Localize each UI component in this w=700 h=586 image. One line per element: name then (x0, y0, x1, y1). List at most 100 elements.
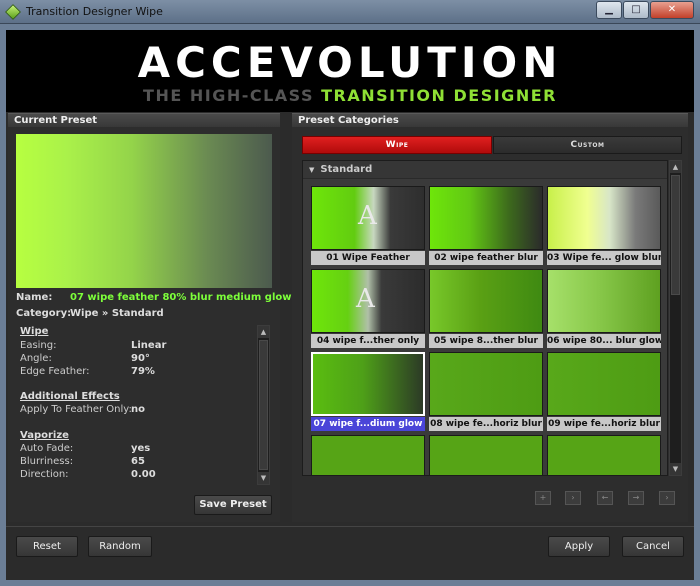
param-label: Direction: (20, 469, 69, 480)
param-value: 79% (131, 366, 155, 377)
preset-tile[interactable]: 02 wipe feather blur (429, 186, 543, 266)
scroll-up-icon[interactable]: ▲ (670, 161, 681, 173)
param-label: Easing: (20, 340, 57, 351)
preset-thumbnail (311, 352, 425, 416)
preset-glyph: A (358, 201, 377, 231)
preset-thumbnail (429, 352, 543, 416)
new-folder-icon[interactable]: › (565, 491, 581, 505)
preset-caption: 04 wipe f...ther only (311, 334, 425, 348)
param-value: Linear (131, 340, 167, 351)
tagline-accent: TRANSITION DESIGNER (321, 86, 557, 105)
export-icon[interactable]: → (628, 491, 644, 505)
param-row: Direction: 0.00 (20, 469, 250, 481)
section-title-wipe: Wipe (20, 326, 49, 337)
scroll-down-icon[interactable]: ▼ (258, 472, 269, 484)
minimize-button[interactable]: ▁ (596, 1, 622, 19)
preset-tile[interactable] (429, 435, 543, 475)
tab-wipe[interactable]: Wipe (302, 136, 492, 154)
param-row: Easing: Linear (20, 340, 250, 352)
grid-scroll-thumb[interactable] (671, 175, 680, 295)
current-preset-header: Current Preset (8, 113, 280, 127)
preset-thumbnail: A (311, 186, 425, 250)
preset-preview (16, 134, 272, 288)
preset-tile[interactable] (311, 435, 425, 475)
cancel-button[interactable]: Cancel (622, 536, 684, 557)
preset-caption: 01 Wipe Feather (311, 251, 425, 265)
preset-caption: 05 wipe 8...ther blur (429, 334, 543, 348)
new-preset-icon[interactable]: + (535, 491, 551, 505)
params-scrollbar[interactable]: ▲ ▼ (257, 325, 270, 485)
reset-button[interactable]: Reset (16, 536, 78, 557)
section-title-additional-effects: Additional Effects (20, 391, 120, 402)
param-value: 90° (131, 353, 150, 364)
preset-glyph: A (356, 284, 375, 314)
scroll-up-icon[interactable]: ▲ (258, 326, 269, 338)
params-scroll-thumb[interactable] (259, 340, 268, 470)
param-row: Auto Fade: yes (20, 443, 250, 455)
preset-tile[interactable] (547, 435, 661, 475)
window-titlebar[interactable]: Transition Designer Wipe ▁ □ ✕ (0, 0, 700, 24)
preset-tile-selected[interactable]: 07 wipe f...dium glow (311, 352, 425, 432)
app-icon (5, 4, 21, 20)
scroll-down-icon[interactable]: ▼ (670, 463, 681, 475)
param-value: 0.00 (131, 469, 156, 480)
save-preset-button[interactable]: Save Preset (194, 495, 272, 515)
param-value: no (131, 404, 145, 415)
tab-custom[interactable]: Custom (493, 136, 682, 154)
preset-caption: 09 wipe fe...horiz blur (547, 417, 661, 431)
preset-categories-header: Preset Categories (292, 113, 688, 127)
preset-name-row: Name: 07 wipe feather 80% blur medium gl… (16, 292, 292, 303)
preset-category-label: Category: (16, 308, 72, 319)
preset-tile[interactable]: 05 wipe 8...ther blur (429, 269, 543, 349)
brand-logo-text: ACCEVOLUTION (137, 38, 563, 87)
group-expand-icon[interactable]: ▼ (309, 166, 314, 174)
param-value: yes (131, 443, 151, 454)
preset-thumbnail (547, 352, 661, 416)
preset-thumbnail: A (311, 269, 425, 333)
param-row: Apply To Feather Only: no (20, 404, 250, 416)
param-row: Angle: 90° (20, 353, 250, 365)
param-label: Auto Fade: (20, 443, 74, 454)
tagline-dim: THE HIGH-CLASS (143, 86, 322, 105)
preset-caption: 02 wipe feather blur (429, 251, 543, 265)
preset-thumbnail (429, 269, 543, 333)
param-label: Blurriness: (20, 456, 74, 467)
brand-banner: ACCEVOLUTION THE HIGH-CLASS TRANSITION D… (6, 30, 694, 112)
group-title: Standard (320, 164, 373, 175)
param-label: Apply To Feather Only: (20, 404, 132, 415)
preset-tile[interactable]: A 04 wipe f...ther only (311, 269, 425, 349)
param-value: 65 (131, 456, 145, 467)
preset-tile[interactable]: 08 wipe fe...horiz blur (429, 352, 543, 432)
preset-category-row: Category: Wipe » Standard (16, 308, 164, 319)
preset-tile[interactable]: 06 wipe 80... blur glow (547, 269, 661, 349)
preset-tile[interactable]: A 01 Wipe Feather (311, 186, 425, 266)
preset-thumbnail (547, 269, 661, 333)
preset-caption: 06 wipe 80... blur glow (547, 334, 661, 348)
preset-category-value: Wipe » Standard (70, 308, 164, 319)
section-title-vaporize: Vaporize (20, 430, 69, 441)
preset-thumbnail (429, 186, 543, 250)
delete-preset-icon[interactable]: › (659, 491, 675, 505)
preset-grid: ▼ Standard A 01 Wipe Feather 02 wipe feat… (302, 160, 668, 476)
preset-tile[interactable]: 03 Wipe fe... glow blur (547, 186, 661, 266)
param-row: Blurriness: 65 (20, 456, 250, 468)
preset-group-header[interactable]: ▼ Standard (303, 161, 667, 179)
preset-thumbnail (429, 435, 543, 475)
param-row: Edge Feather: 79% (20, 366, 250, 378)
random-button[interactable]: Random (88, 536, 152, 557)
preset-thumbnail (547, 435, 661, 475)
maximize-button[interactable]: □ (623, 1, 649, 19)
window-controls: ▁ □ ✕ (596, 1, 694, 19)
preset-name-value: 07 wipe feather 80% blur medium glow (70, 292, 292, 303)
window-title: Transition Designer Wipe (26, 5, 163, 18)
brand-tagline: THE HIGH-CLASS TRANSITION DESIGNER (6, 86, 694, 105)
preset-name-label: Name: (16, 292, 53, 303)
import-icon[interactable]: ← (597, 491, 613, 505)
close-button[interactable]: ✕ (650, 1, 694, 19)
preset-grid-scrollbar[interactable]: ▲ ▼ (669, 160, 682, 476)
apply-button[interactable]: Apply (548, 536, 610, 557)
preset-thumbnail (547, 186, 661, 250)
param-label: Edge Feather: (20, 366, 90, 377)
preset-caption: 03 Wipe fe... glow blur (547, 251, 661, 265)
preset-tile[interactable]: 09 wipe fe...horiz blur (547, 352, 661, 432)
